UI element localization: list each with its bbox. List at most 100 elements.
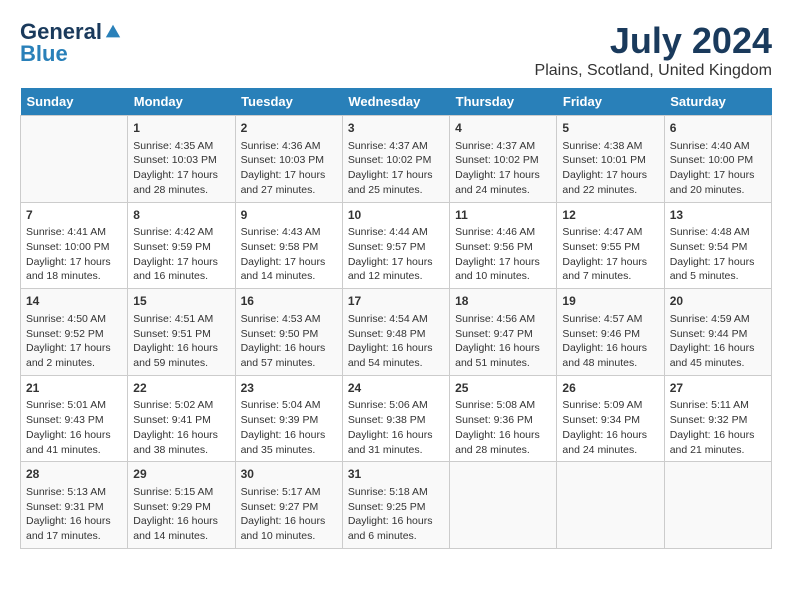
cell-content: Sunrise: 5:08 AM Sunset: 9:36 PM Dayligh… [455, 398, 551, 457]
day-number: 3 [348, 120, 444, 137]
calendar-cell: 11Sunrise: 4:46 AM Sunset: 9:56 PM Dayli… [450, 202, 557, 289]
cell-content: Sunrise: 4:37 AM Sunset: 10:02 PM Daylig… [455, 139, 551, 198]
cell-content: Sunrise: 4:51 AM Sunset: 9:51 PM Dayligh… [133, 312, 229, 371]
day-number: 20 [670, 293, 766, 310]
week-row-5: 28 Sunrise: 5:13 AM Sunset: 9:31 PM Dayli… [21, 462, 772, 549]
cell-content: Sunrise: 4:40 AM Sunset: 10:00 PM Daylig… [670, 139, 766, 198]
calendar-cell: 14Sunrise: 4:50 AM Sunset: 9:52 PM Dayli… [21, 289, 128, 376]
week-row-2: 7Sunrise: 4:41 AM Sunset: 10:00 PM Dayli… [21, 202, 772, 289]
day-number: 16 [241, 293, 337, 310]
calendar-cell: 21Sunrise: 5:01 AM Sunset: 9:43 PM Dayli… [21, 375, 128, 462]
title-area: July 2024 Plains, Scotland, United Kingd… [535, 20, 772, 80]
day-number: 30 [241, 466, 337, 483]
day-header-sunday: Sunday [21, 88, 128, 116]
calendar-cell: 16 Sunrise: 4:53 AM Sunset: 9:50 PM Dayli… [235, 289, 342, 376]
day-header-tuesday: Tuesday [235, 88, 342, 116]
day-number: 31 [348, 466, 444, 483]
day-number: 1 [133, 120, 229, 137]
day-number: 28 [26, 466, 122, 483]
calendar-cell: 3 Sunrise: 4:37 AM Sunset: 10:02 PM Dayli… [342, 116, 449, 203]
calendar-cell: 10Sunrise: 4:44 AM Sunset: 9:57 PM Dayli… [342, 202, 449, 289]
logo-icon [104, 23, 122, 41]
cell-content: Sunrise: 5:09 AM Sunset: 9:34 PM Dayligh… [562, 398, 658, 457]
cell-content: Sunrise: 4:36 AM Sunset: 10:03 PM Daylig… [241, 139, 337, 198]
calendar-cell: 15Sunrise: 4:51 AM Sunset: 9:51 PM Dayli… [128, 289, 235, 376]
calendar-cell [21, 116, 128, 203]
week-row-3: 14Sunrise: 4:50 AM Sunset: 9:52 PM Dayli… [21, 289, 772, 376]
day-header-wednesday: Wednesday [342, 88, 449, 116]
calendar-cell: 7Sunrise: 4:41 AM Sunset: 10:00 PM Dayli… [21, 202, 128, 289]
day-number: 6 [670, 120, 766, 137]
calendar-cell: 17Sunrise: 4:54 AM Sunset: 9:48 PM Dayli… [342, 289, 449, 376]
day-header-monday: Monday [128, 88, 235, 116]
day-number: 13 [670, 207, 766, 224]
day-number: 21 [26, 380, 122, 397]
cell-content: Sunrise: 5:13 AM Sunset: 9:31 PM Dayligh… [26, 485, 122, 544]
cell-content: Sunrise: 5:17 AM Sunset: 9:27 PM Dayligh… [241, 485, 337, 544]
calendar-cell: 5Sunrise: 4:38 AM Sunset: 10:01 PM Dayli… [557, 116, 664, 203]
calendar-cell: 31Sunrise: 5:18 AM Sunset: 9:25 PM Dayli… [342, 462, 449, 549]
day-number: 29 [133, 466, 229, 483]
cell-content: Sunrise: 4:50 AM Sunset: 9:52 PM Dayligh… [26, 312, 122, 371]
day-number: 17 [348, 293, 444, 310]
calendar-cell: 9Sunrise: 4:43 AM Sunset: 9:58 PM Daylig… [235, 202, 342, 289]
day-number: 4 [455, 120, 551, 137]
day-header-thursday: Thursday [450, 88, 557, 116]
day-number: 19 [562, 293, 658, 310]
calendar-cell: 8Sunrise: 4:42 AM Sunset: 9:59 PM Daylig… [128, 202, 235, 289]
calendar-cell [664, 462, 771, 549]
day-header-saturday: Saturday [664, 88, 771, 116]
day-number: 8 [133, 207, 229, 224]
day-number: 26 [562, 380, 658, 397]
calendar-cell: 1 Sunrise: 4:35 AM Sunset: 10:03 PM Dayli… [128, 116, 235, 203]
day-number: 25 [455, 380, 551, 397]
calendar-cell: 24Sunrise: 5:06 AM Sunset: 9:38 PM Dayli… [342, 375, 449, 462]
calendar-cell: 4 Sunrise: 4:37 AM Sunset: 10:02 PM Dayli… [450, 116, 557, 203]
day-number: 9 [241, 207, 337, 224]
day-number: 2 [241, 120, 337, 137]
cell-content: Sunrise: 5:11 AM Sunset: 9:32 PM Dayligh… [670, 398, 766, 457]
calendar-cell [450, 462, 557, 549]
calendar-cell: 20 Sunrise: 4:59 AM Sunset: 9:44 PM Dayli… [664, 289, 771, 376]
week-row-1: 1 Sunrise: 4:35 AM Sunset: 10:03 PM Dayli… [21, 116, 772, 203]
cell-content: Sunrise: 5:01 AM Sunset: 9:43 PM Dayligh… [26, 398, 122, 457]
cell-content: Sunrise: 5:04 AM Sunset: 9:39 PM Dayligh… [241, 398, 337, 457]
calendar-cell: 2 Sunrise: 4:36 AM Sunset: 10:03 PM Dayli… [235, 116, 342, 203]
calendar-cell: 28 Sunrise: 5:13 AM Sunset: 9:31 PM Dayli… [21, 462, 128, 549]
day-number: 10 [348, 207, 444, 224]
cell-content: Sunrise: 4:43 AM Sunset: 9:58 PM Dayligh… [241, 225, 337, 284]
calendar-cell: 30 Sunrise: 5:17 AM Sunset: 9:27 PM Dayli… [235, 462, 342, 549]
calendar-cell: 13Sunrise: 4:48 AM Sunset: 9:54 PM Dayli… [664, 202, 771, 289]
cell-content: Sunrise: 4:46 AM Sunset: 9:56 PM Dayligh… [455, 225, 551, 284]
calendar-cell: 18 Sunrise: 4:56 AM Sunset: 9:47 PM Dayli… [450, 289, 557, 376]
day-number: 18 [455, 293, 551, 310]
calendar-table: SundayMondayTuesdayWednesdayThursdayFrid… [20, 88, 772, 549]
logo: General Blue [20, 20, 122, 66]
calendar-cell: 19 Sunrise: 4:57 AM Sunset: 9:46 PM Dayli… [557, 289, 664, 376]
month-title: July 2024 [535, 20, 772, 62]
cell-content: Sunrise: 4:35 AM Sunset: 10:03 PM Daylig… [133, 139, 229, 198]
cell-content: Sunrise: 4:42 AM Sunset: 9:59 PM Dayligh… [133, 225, 229, 284]
week-row-4: 21Sunrise: 5:01 AM Sunset: 9:43 PM Dayli… [21, 375, 772, 462]
day-number: 22 [133, 380, 229, 397]
calendar-cell: 25Sunrise: 5:08 AM Sunset: 9:36 PM Dayli… [450, 375, 557, 462]
calendar-cell: 26Sunrise: 5:09 AM Sunset: 9:34 PM Dayli… [557, 375, 664, 462]
cell-content: Sunrise: 4:59 AM Sunset: 9:44 PM Dayligh… [670, 312, 766, 371]
cell-content: Sunrise: 4:37 AM Sunset: 10:02 PM Daylig… [348, 139, 444, 198]
calendar-cell: 6 Sunrise: 4:40 AM Sunset: 10:00 PM Dayli… [664, 116, 771, 203]
cell-content: Sunrise: 5:02 AM Sunset: 9:41 PM Dayligh… [133, 398, 229, 457]
location-title: Plains, Scotland, United Kingdom [535, 62, 772, 80]
day-number: 7 [26, 207, 122, 224]
logo-blue: Blue [20, 42, 68, 66]
cell-content: Sunrise: 5:15 AM Sunset: 9:29 PM Dayligh… [133, 485, 229, 544]
cell-content: Sunrise: 4:53 AM Sunset: 9:50 PM Dayligh… [241, 312, 337, 371]
cell-content: Sunrise: 5:06 AM Sunset: 9:38 PM Dayligh… [348, 398, 444, 457]
day-number: 23 [241, 380, 337, 397]
cell-content: Sunrise: 4:57 AM Sunset: 9:46 PM Dayligh… [562, 312, 658, 371]
cell-content: Sunrise: 4:48 AM Sunset: 9:54 PM Dayligh… [670, 225, 766, 284]
cell-content: Sunrise: 4:41 AM Sunset: 10:00 PM Daylig… [26, 225, 122, 284]
cell-content: Sunrise: 4:56 AM Sunset: 9:47 PM Dayligh… [455, 312, 551, 371]
day-header-friday: Friday [557, 88, 664, 116]
day-number: 12 [562, 207, 658, 224]
day-number: 27 [670, 380, 766, 397]
